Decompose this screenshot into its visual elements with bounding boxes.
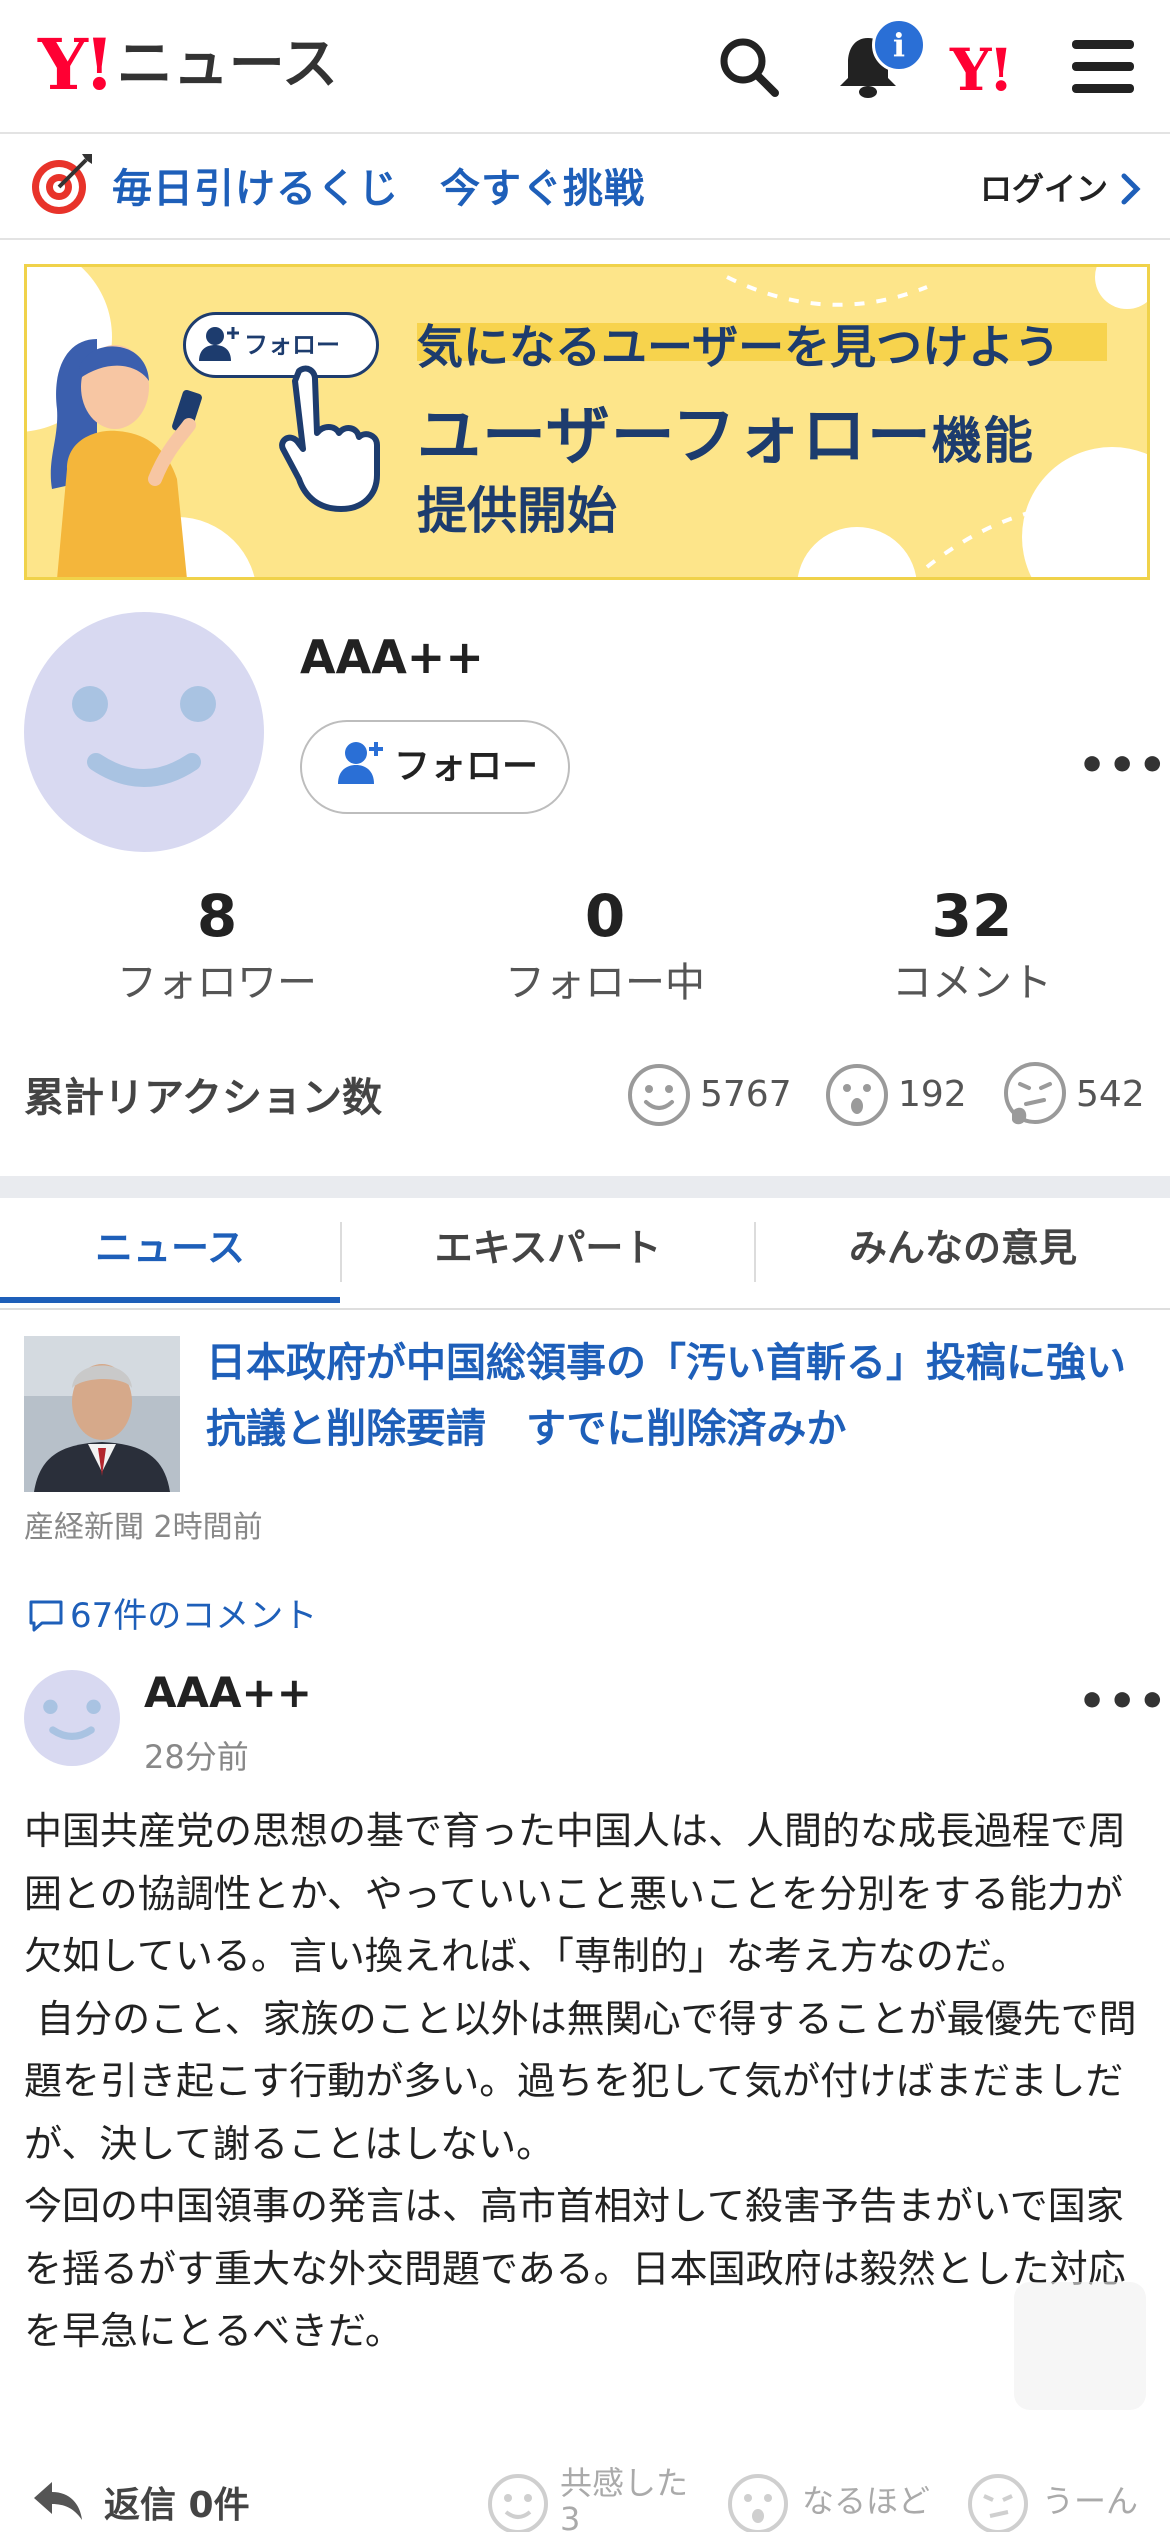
target-icon bbox=[32, 154, 92, 214]
avatar bbox=[24, 612, 264, 852]
comment-time: 28分前 bbox=[144, 1738, 249, 1776]
reaction-count-thinking: 542 bbox=[1076, 1074, 1145, 1115]
article-title-link[interactable]: 日本政府が中国総領事の「汚い首斬る」投稿に強い抗議と削除要請 すでに削除済みか bbox=[206, 1330, 1146, 1462]
yahoo-logo-icon[interactable]: Y! bbox=[950, 40, 1014, 100]
article-photo bbox=[24, 1336, 180, 1492]
more-options-icon[interactable]: ••• bbox=[1078, 740, 1168, 791]
total-reactions-title: 累計リアクション数 bbox=[24, 1075, 382, 1121]
tab-expert[interactable]: エキスパート bbox=[342, 1198, 754, 1308]
comment-body: 中国共産党の思想の基で育った中国人は、人間的な成長過程で周囲との協調性とか、やっ… bbox=[24, 1809, 1137, 2353]
user-follow-promo-banner[interactable]: フォロー 気になるユーザーを見つけよう ユーザーフォロー機能 提供開始 bbox=[24, 264, 1150, 580]
comments-label[interactable]: コメント bbox=[822, 950, 1122, 1008]
empathy-reaction-icon[interactable] bbox=[486, 2470, 550, 2532]
empathy-label[interactable]: 共感した bbox=[560, 2458, 688, 2504]
app-header: Y! ニュース i Y! bbox=[0, 0, 1170, 134]
smile-icon bbox=[628, 1064, 690, 1126]
followers-count[interactable]: 8 bbox=[67, 882, 367, 950]
banner-headline: 気になるユーザーを見つけよう bbox=[417, 320, 1061, 374]
uun-reaction-icon[interactable] bbox=[966, 2470, 1030, 2532]
tab-news[interactable]: ニュース bbox=[0, 1198, 340, 1308]
logo-text: ニュース bbox=[116, 32, 338, 97]
comment-author[interactable]: AAA++ bbox=[144, 1668, 312, 1717]
menu-icon[interactable] bbox=[1072, 40, 1134, 94]
reply-arrow-icon bbox=[34, 2482, 82, 2520]
profile-tabs: ニュース エキスパート みんなの意見 bbox=[0, 1198, 1170, 1310]
person-add-icon bbox=[199, 327, 239, 361]
yahoo-news-logo[interactable]: Y! ニュース bbox=[38, 30, 338, 100]
notification-badge: i bbox=[872, 18, 926, 72]
following-count[interactable]: 0 bbox=[455, 882, 755, 950]
thinking-icon bbox=[1004, 1062, 1066, 1125]
banner-title: ユーザーフォロー機能 bbox=[417, 385, 1034, 477]
banner-title-suffix: 機能 bbox=[931, 412, 1034, 470]
uun-label[interactable]: うーん bbox=[1042, 2476, 1138, 2522]
comment-count-label: 67件のコメント bbox=[70, 1596, 318, 1636]
profile-name: AAA++ bbox=[300, 630, 484, 684]
lottery-text[interactable]: 毎日引けるくじ 今すぐ挑戦 bbox=[112, 156, 645, 214]
followers-label[interactable]: フォロワー bbox=[67, 950, 367, 1008]
reply-button[interactable]: 返信 0件 bbox=[104, 2476, 250, 2528]
reaction-count-surprised: 192 bbox=[898, 1074, 967, 1115]
comments-count[interactable]: 32 bbox=[822, 882, 1122, 950]
scroll-top-button[interactable] bbox=[1014, 2282, 1146, 2410]
comment-more-icon[interactable]: ••• bbox=[1078, 1676, 1168, 1727]
tab-opinions[interactable]: みんなの意見 bbox=[756, 1198, 1170, 1308]
login-link[interactable]: ログイン bbox=[980, 164, 1108, 210]
smiley-avatar-icon bbox=[43, 1699, 101, 1740]
comment-avatar[interactable] bbox=[24, 1670, 120, 1766]
smiley-avatar-icon bbox=[72, 686, 216, 787]
article-source: 産経新聞 bbox=[24, 1510, 144, 1545]
article-comments-link[interactable]: 67件のコメント bbox=[28, 1588, 317, 1642]
article-time: 2時間前 bbox=[153, 1510, 263, 1545]
chevron-right-icon bbox=[1121, 173, 1141, 205]
banner-subtitle: 提供開始 bbox=[417, 482, 617, 540]
pointing-hand-icon bbox=[279, 365, 380, 512]
naruhodo-label[interactable]: なるほど bbox=[802, 2476, 930, 2522]
banner-title-main: ユーザーフォロー bbox=[417, 400, 932, 474]
naruhodo-reaction-icon[interactable] bbox=[726, 2470, 790, 2532]
logo-mark: Y! bbox=[38, 23, 115, 106]
article-thumbnail[interactable] bbox=[24, 1336, 180, 1492]
article-meta: 産経新聞 2時間前 bbox=[24, 1502, 263, 1546]
comment-bubble-icon bbox=[28, 1599, 64, 1642]
active-tab-indicator bbox=[0, 1297, 340, 1303]
empathy-count: 3 bbox=[560, 2500, 581, 2538]
lottery-bar[interactable]: 毎日引けるくじ 今すぐ挑戦 ログイン bbox=[0, 134, 1170, 240]
following-label[interactable]: フォロー中 bbox=[455, 950, 755, 1008]
search-icon[interactable] bbox=[716, 34, 782, 100]
person-add-icon bbox=[338, 742, 383, 784]
reaction-count-empathy: 5767 bbox=[700, 1074, 792, 1115]
surprised-icon bbox=[826, 1064, 888, 1126]
section-divider bbox=[0, 1176, 1170, 1198]
